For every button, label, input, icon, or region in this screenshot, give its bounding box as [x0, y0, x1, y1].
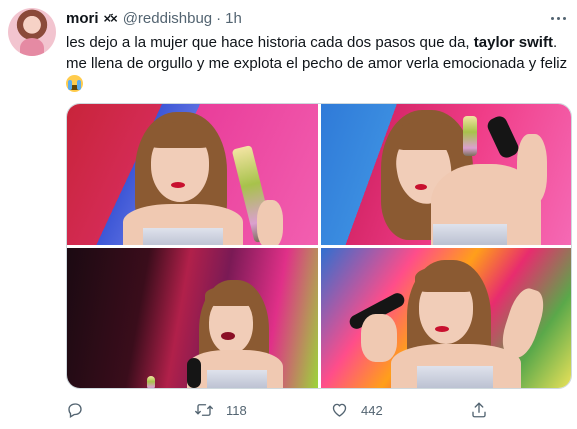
tweet-text: les dejo a la mujer que hace historia ca… [66, 32, 571, 95]
tweet[interactable]: mori ×᷄× @reddishbug · 1h les dejo a la … [0, 0, 577, 429]
more-options-icon[interactable] [546, 8, 570, 28]
reply-button[interactable] [66, 397, 96, 423]
like-count: 442 [361, 402, 383, 418]
media-photo-1[interactable] [67, 104, 318, 245]
media-photo-4[interactable] [321, 248, 571, 388]
retweet-icon [195, 404, 213, 416]
author-name[interactable]: mori [66, 10, 99, 27]
tweet-timestamp[interactable]: 1h [225, 10, 242, 27]
reply-icon [68, 403, 82, 418]
share-icon [472, 402, 486, 418]
avatar[interactable] [8, 8, 56, 56]
loudly-crying-face-emoji-icon [66, 75, 83, 92]
media-photo-2[interactable] [321, 104, 571, 245]
like-icon [332, 403, 347, 417]
tweet-media-grid [66, 103, 572, 389]
tweet-text-part1: les dejo a la mujer que hace historia ca… [66, 34, 474, 51]
tweet-text-bold: taylor swift [473, 34, 553, 51]
like-button[interactable]: 442 [330, 397, 383, 423]
header-separator: · [216, 9, 222, 27]
retweet-count: 118 [226, 402, 247, 418]
author-name-emoji: ×᷄× [103, 10, 118, 26]
share-button[interactable] [470, 397, 488, 423]
tweet-header: mori ×᷄× @reddishbug · 1h [66, 8, 242, 28]
author-handle[interactable]: @reddishbug [123, 10, 212, 27]
retweet-button[interactable]: 118 [194, 397, 247, 423]
media-photo-3[interactable] [67, 248, 318, 388]
tweet-actions: 118 442 [66, 397, 571, 423]
